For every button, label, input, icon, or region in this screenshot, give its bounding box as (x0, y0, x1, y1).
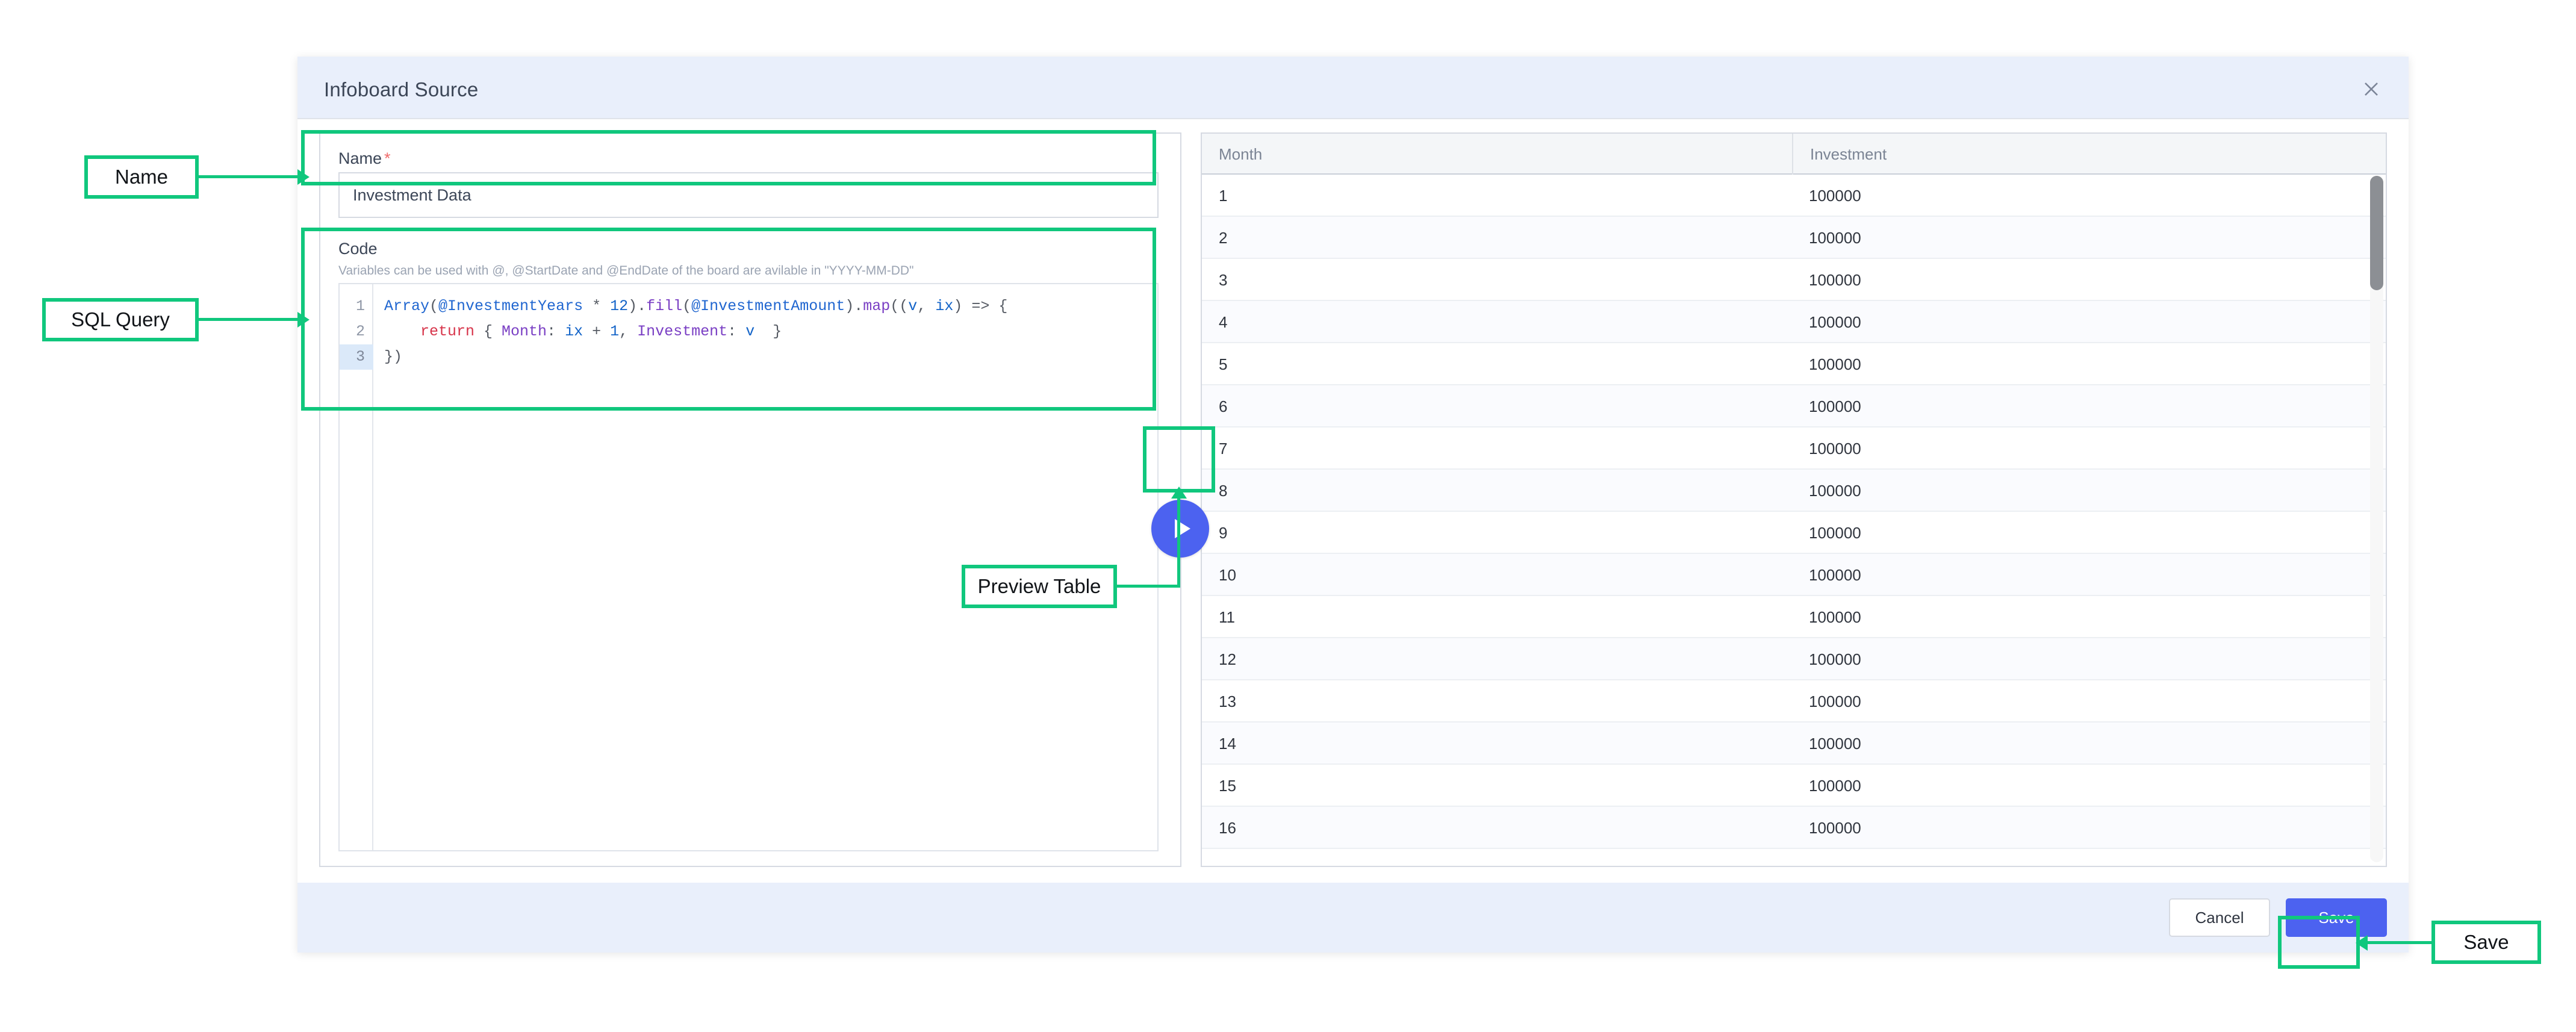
cell-month: 8 (1219, 482, 1228, 500)
table-row[interactable]: 2 100000 (1202, 217, 2386, 259)
annotation-line-sql-query (199, 318, 301, 321)
source-form-panel: Name* Code Variables can be used with @,… (319, 132, 1181, 867)
table-row[interactable]: 16 100000 (1202, 807, 2386, 849)
modal-title: Infoboard Source (324, 78, 479, 101)
table-row[interactable]: 4 100000 (1202, 301, 2386, 343)
annotation-line-preview-h (1117, 585, 1180, 588)
cell-month: 11 (1219, 608, 1235, 626)
cell-investment: 100000 (1809, 692, 1861, 710)
cell-investment: 100000 (1809, 819, 1861, 837)
modal-footer: Cancel Save (297, 883, 2409, 953)
line-number-3: 3 (355, 348, 365, 365)
annotation-label-sql-query: SQL Query (42, 298, 199, 341)
preview-table-scrollbar[interactable] (2370, 176, 2383, 862)
cell-investment: 100000 (1809, 777, 1861, 795)
cell-month: 16 (1219, 819, 1236, 837)
cell-month: 12 (1219, 650, 1236, 668)
cell-investment: 100000 (1809, 650, 1861, 668)
cell-month: 7 (1219, 440, 1228, 458)
annotation-arrow-preview (1171, 486, 1187, 499)
screenshot-canvas: Infoboard Source Name* Code Variables ca… (0, 0, 2576, 1032)
table-row[interactable]: 7 100000 (1202, 427, 2386, 470)
required-asterisk: * (384, 149, 391, 167)
preview-table-panel: Month Investment 1 100000 2 100000 3 100000 4 1… (1201, 132, 2387, 867)
code-line-3: }) (384, 348, 403, 365)
table-row[interactable]: 10 100000 (1202, 554, 2386, 596)
line-number-1: 1 (355, 297, 365, 315)
cell-month: 5 (1219, 355, 1228, 373)
table-row[interactable]: 3 100000 (1202, 259, 2386, 301)
annotation-label-name: Name (84, 155, 199, 199)
cell-investment: 100000 (1809, 608, 1861, 626)
table-row[interactable]: 11 100000 (1202, 596, 2386, 638)
cell-month: 3 (1219, 271, 1228, 289)
annotation-line-name (199, 175, 301, 178)
annotation-label-preview-table: Preview Table (962, 565, 1117, 608)
annotation-arrow-name (297, 169, 310, 185)
scrollbar-thumb[interactable] (2370, 176, 2383, 290)
annotation-label-save: Save (2431, 921, 2541, 964)
modal-header: Infoboard Source (297, 57, 2409, 119)
table-row[interactable]: 1 100000 (1202, 175, 2386, 217)
table-row[interactable]: 14 100000 (1202, 723, 2386, 765)
close-icon[interactable] (2356, 73, 2387, 105)
column-header-investment[interactable]: Investment (1792, 134, 2346, 175)
annotation-arrow-save (2356, 935, 2368, 951)
preview-table-header: Month Investment (1202, 134, 2386, 175)
table-row[interactable]: 12 100000 (1202, 638, 2386, 680)
column-header-month[interactable]: Month (1202, 134, 1792, 175)
code-line-1: Array(@InvestmentYears * 12).fill(@Inves… (384, 297, 1008, 315)
cell-investment: 100000 (1809, 735, 1861, 753)
cell-investment: 100000 (1809, 355, 1861, 373)
cell-investment: 100000 (1809, 187, 1861, 205)
cell-investment: 100000 (1809, 440, 1861, 458)
code-gutter: 1 2 3 (340, 284, 373, 850)
cell-month: 14 (1219, 735, 1236, 753)
modal-body: Name* Code Variables can be used with @,… (297, 119, 2409, 883)
cell-month: 4 (1219, 313, 1228, 331)
run-preview-button[interactable] (1151, 500, 1209, 558)
cell-month: 2 (1219, 229, 1228, 247)
code-line-2: return { Month: ix + 1, Investment: v } (420, 323, 782, 340)
cell-investment: 100000 (1809, 271, 1861, 289)
cell-investment: 100000 (1809, 524, 1861, 542)
table-row[interactable]: 6 100000 (1202, 385, 2386, 427)
table-row[interactable]: 8 100000 (1202, 470, 2386, 512)
table-row[interactable]: 15 100000 (1202, 765, 2386, 807)
cancel-button[interactable]: Cancel (2169, 898, 2270, 937)
cell-month: 1 (1219, 187, 1228, 205)
name-field-label: Name * (338, 149, 391, 168)
name-label-text: Name (338, 149, 382, 167)
cell-investment: 100000 (1809, 566, 1861, 584)
annotation-line-save (2366, 941, 2434, 944)
cell-investment: 100000 (1809, 313, 1861, 331)
cell-month: 6 (1219, 397, 1228, 415)
table-row[interactable]: 13 100000 (1202, 680, 2386, 723)
name-input[interactable] (338, 172, 1159, 218)
table-row[interactable]: 9 100000 (1202, 512, 2386, 554)
cell-month: 10 (1219, 566, 1236, 584)
code-variables-hint: Variables can be used with @, @StartDate… (338, 264, 914, 278)
table-row[interactable]: 5 100000 (1202, 343, 2386, 385)
cell-investment: 100000 (1809, 229, 1861, 247)
cell-investment: 100000 (1809, 482, 1861, 500)
cell-month: 9 (1219, 524, 1228, 542)
cell-month: 13 (1219, 692, 1236, 710)
cell-month: 15 (1219, 777, 1236, 795)
code-field-label: Code (338, 240, 378, 258)
cell-investment: 100000 (1809, 397, 1861, 415)
annotation-line-preview-v (1177, 499, 1180, 588)
annotation-arrow-sql-query (297, 312, 310, 328)
save-button[interactable]: Save (2286, 898, 2387, 937)
infoboard-source-modal: Infoboard Source Name* Code Variables ca… (297, 57, 2409, 953)
preview-table-body: 1 100000 2 100000 3 100000 4 100000 5 100000 6 1000… (1202, 175, 2386, 866)
line-number-2: 2 (355, 323, 365, 340)
